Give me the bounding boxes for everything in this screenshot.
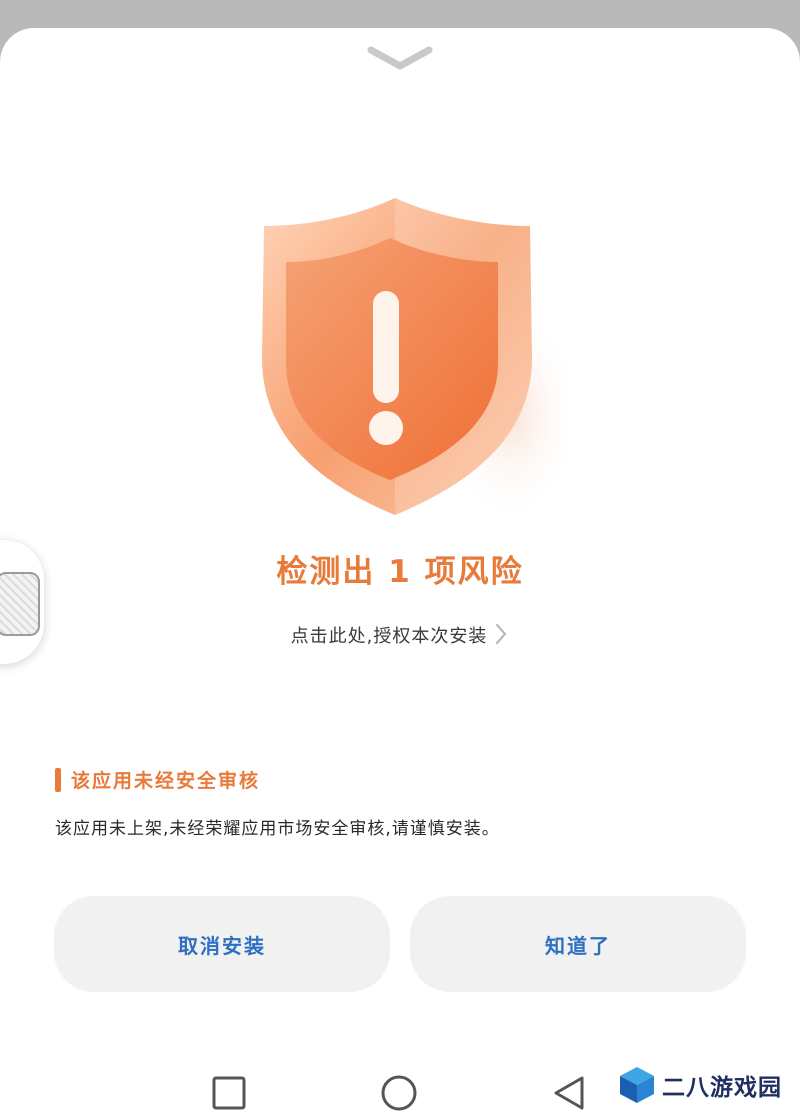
circle-home-icon[interactable] xyxy=(374,1068,424,1111)
app-thumbnail-icon xyxy=(0,572,40,636)
warning-heading-text: 该应用未经安全审核 xyxy=(71,770,261,792)
square-recent-apps-icon[interactable] xyxy=(204,1068,254,1111)
warning-accent-bar xyxy=(55,767,61,792)
warning-body-text: 该应用未上架,未经荣耀应用市场安全审核,请谨慎安装。 xyxy=(55,819,500,839)
authorize-install-label: 点击此处,授权本次安装 xyxy=(290,626,488,647)
triangle-back-icon[interactable] xyxy=(544,1068,594,1111)
warning-heading: 该应用未经安全审核 xyxy=(55,766,260,793)
chevron-down-icon[interactable] xyxy=(365,42,435,76)
risk-dialog-sheet: 检测出 1 项风险 点击此处,授权本次安装 该应用未经安全审核 该应用未上架,未… xyxy=(0,28,800,1111)
risk-title: 检测出 1 项风险 xyxy=(276,554,524,590)
cancel-install-button[interactable]: 取消安装 xyxy=(54,896,390,992)
cube-logo-icon xyxy=(620,1067,654,1103)
authorize-install-link[interactable]: 点击此处,授权本次安装 xyxy=(0,622,800,648)
warning-shield-icon xyxy=(240,158,580,538)
watermark-text: 二八游戏园 xyxy=(662,1074,782,1101)
got-it-button[interactable]: 知道了 xyxy=(410,896,746,992)
chevron-right-icon xyxy=(496,623,507,645)
watermark: 二八游戏园 xyxy=(618,1062,794,1108)
floating-app-bubble[interactable] xyxy=(0,540,44,664)
